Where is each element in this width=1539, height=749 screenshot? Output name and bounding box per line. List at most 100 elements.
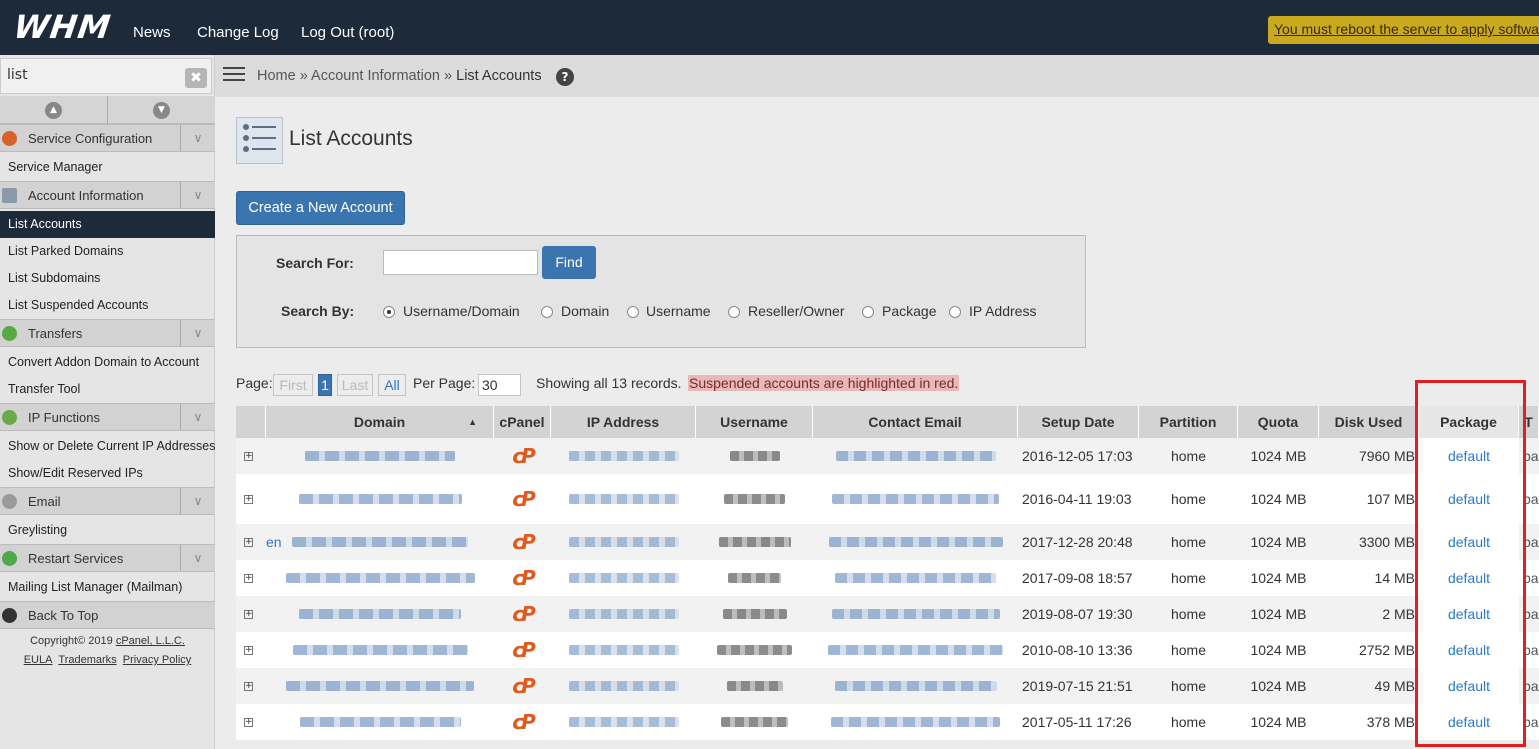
package-link[interactable]: default (1419, 704, 1519, 740)
search-by-label: Search By: (281, 303, 355, 319)
nav-news[interactable]: News (133, 24, 171, 41)
radio-domain[interactable] (541, 306, 553, 318)
find-button[interactable]: Find (542, 246, 596, 279)
privacy-policy-link[interactable]: Privacy Policy (123, 654, 191, 666)
domain-cell[interactable] (266, 474, 494, 524)
expand-row-icon[interactable]: + (244, 451, 253, 461)
sidebar-item-list-parked-domains[interactable]: List Parked Domains (0, 238, 215, 265)
per-page-input[interactable]: 30 (478, 374, 521, 396)
cpanel-logo-icon[interactable]: cP (512, 602, 535, 626)
sidebar-category-restart-services[interactable]: Restart Services ∨ (0, 544, 215, 572)
sidebar-item-list-subdomains[interactable]: List Subdomains (0, 265, 215, 292)
radio-username[interactable] (627, 306, 639, 318)
collapse-all-icon[interactable]: ▲ (45, 102, 62, 119)
package-link[interactable]: default (1419, 632, 1519, 668)
help-icon[interactable]: ? (556, 68, 574, 86)
expand-row-icon[interactable]: + (244, 681, 253, 691)
expand-row-icon[interactable]: + (244, 537, 253, 547)
cpanel-logo-icon[interactable]: cP (512, 444, 535, 468)
chevron-down-icon[interactable]: ∨ (180, 488, 215, 514)
sidebar-category-service-configuration[interactable]: Service Configuration ∨ (0, 124, 215, 152)
nav-change-log[interactable]: Change Log (197, 24, 279, 41)
eula-link[interactable]: EULA (24, 654, 53, 666)
radio-ip-address[interactable] (949, 306, 961, 318)
sidebar-item-service-manager[interactable]: Service Manager (0, 154, 215, 181)
chevron-down-icon[interactable]: ∨ (180, 545, 215, 571)
domain-cell[interactable] (266, 704, 494, 740)
nav-log-out[interactable]: Log Out (root) (301, 24, 394, 41)
column-header-ip-address[interactable]: IP Address (551, 406, 696, 438)
last-page-button[interactable]: Last (337, 374, 373, 396)
column-header-cpanel[interactable]: cPanel (494, 406, 551, 438)
package-link[interactable]: default (1419, 438, 1519, 474)
domain-cell[interactable] (266, 668, 494, 704)
cpanel-logo-icon[interactable]: cP (512, 566, 535, 590)
expand-row-icon[interactable]: + (244, 573, 253, 583)
column-header-package[interactable]: Package (1419, 406, 1519, 438)
cpanel-link[interactable]: cPanel, L.L.C. (116, 635, 185, 647)
breadcrumb-account-information[interactable]: Account Information (311, 68, 440, 84)
sidebar-item-reserved-ips[interactable]: Show/Edit Reserved IPs (0, 460, 215, 487)
expand-row-icon[interactable]: + (244, 645, 253, 655)
reboot-alert-link[interactable]: You must reboot the server to apply soft… (1268, 16, 1539, 44)
sidebar-category-email[interactable]: Email ∨ (0, 487, 215, 515)
cpanel-logo-icon[interactable]: cP (512, 710, 535, 734)
sidebar-item-mailman[interactable]: Mailing List Manager (Mailman) (0, 574, 215, 601)
package-link[interactable]: default (1419, 596, 1519, 632)
search-input[interactable] (383, 250, 538, 275)
cpanel-logo-icon[interactable]: cP (512, 530, 535, 554)
package-link[interactable]: default (1419, 560, 1519, 596)
column-header-quota[interactable]: Quota (1238, 406, 1319, 438)
expand-all-icon[interactable]: ▼ (153, 102, 170, 119)
column-header-domain[interactable]: Domain ▲ (266, 406, 494, 438)
domain-cell[interactable] (266, 438, 494, 474)
all-pages-button[interactable]: All (378, 374, 406, 396)
radio-username-domain[interactable] (383, 306, 395, 318)
domain-cell[interactable] (266, 596, 494, 632)
clear-search-icon[interactable]: ✖ (185, 68, 207, 88)
create-account-button[interactable]: Create a New Account (236, 191, 405, 225)
sidebar-search-input[interactable] (7, 67, 167, 83)
whm-logo[interactable]: WHM (11, 8, 113, 46)
package-link[interactable]: default (1419, 524, 1519, 560)
current-page-button[interactable]: 1 (318, 374, 332, 396)
breadcrumb-home[interactable]: Home (257, 68, 296, 84)
sidebar-item-list-suspended-accounts[interactable]: List Suspended Accounts (0, 292, 215, 319)
domain-cell[interactable]: en (266, 524, 494, 560)
column-header-theme[interactable]: T (1519, 406, 1539, 438)
domain-cell[interactable] (266, 632, 494, 668)
column-header-setup-date[interactable]: Setup Date (1018, 406, 1139, 438)
chevron-down-icon[interactable]: ∨ (180, 125, 215, 151)
cpanel-logo-icon[interactable]: cP (512, 487, 535, 511)
expand-row-icon[interactable]: + (244, 717, 253, 727)
sidebar-category-account-information[interactable]: Account Information ∨ (0, 181, 215, 209)
package-link[interactable]: default (1419, 668, 1519, 704)
column-header-contact-email[interactable]: Contact Email (813, 406, 1018, 438)
chevron-down-icon[interactable]: ∨ (180, 182, 215, 208)
sidebar-item-show-delete-ip[interactable]: Show or Delete Current IP Addresses (0, 433, 215, 460)
domain-cell[interactable] (266, 560, 494, 596)
first-page-button[interactable]: First (273, 374, 313, 396)
chevron-down-icon[interactable]: ∨ (180, 320, 215, 346)
sidebar-category-transfers[interactable]: Transfers ∨ (0, 319, 215, 347)
column-header-partition[interactable]: Partition (1139, 406, 1238, 438)
chevron-down-icon[interactable]: ∨ (180, 404, 215, 430)
package-link[interactable]: default (1419, 474, 1519, 524)
sidebar-item-list-accounts[interactable]: List Accounts (0, 211, 215, 238)
back-to-top-button[interactable]: Back To Top (0, 601, 215, 629)
expand-row-icon[interactable]: + (244, 609, 253, 619)
radio-reseller-owner[interactable] (728, 306, 740, 318)
cpanel-logo-icon[interactable]: cP (512, 674, 535, 698)
column-header-disk-used[interactable]: Disk Used (1319, 406, 1419, 438)
trademarks-link[interactable]: Trademarks (58, 654, 116, 666)
sidebar-item-convert-addon-domain[interactable]: Convert Addon Domain to Account (0, 349, 215, 376)
expand-row-icon[interactable]: + (244, 494, 253, 504)
menu-toggle-icon[interactable] (223, 67, 245, 83)
radio-package[interactable] (862, 306, 874, 318)
domain-link[interactable]: en (266, 534, 282, 550)
sidebar-item-transfer-tool[interactable]: Transfer Tool (0, 376, 215, 403)
column-header-username[interactable]: Username (696, 406, 813, 438)
sidebar-item-greylisting[interactable]: Greylisting (0, 517, 215, 544)
cpanel-logo-icon[interactable]: cP (512, 638, 535, 662)
sidebar-category-ip-functions[interactable]: IP Functions ∨ (0, 403, 215, 431)
